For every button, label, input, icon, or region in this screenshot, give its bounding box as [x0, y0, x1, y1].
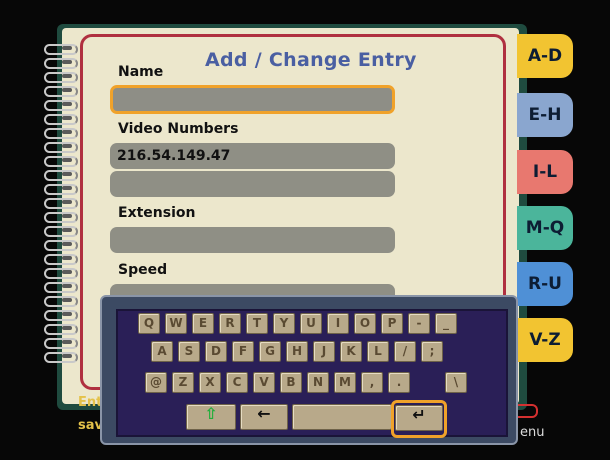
hint-enter: Ent [78, 395, 103, 410]
key-r[interactable]: R [219, 313, 241, 334]
key-period[interactable]: . [388, 372, 410, 393]
tab-r-u[interactable]: R-U [517, 262, 573, 306]
tab-m-q[interactable]: M-Q [517, 206, 573, 250]
spiral-ring [44, 184, 80, 195]
key-u[interactable]: U [300, 313, 322, 334]
spiral-ring [44, 296, 80, 307]
key-backslash[interactable]: \ [445, 372, 467, 393]
spiral-ring [44, 240, 80, 251]
name-field[interactable] [110, 85, 395, 114]
key-d[interactable]: D [205, 341, 227, 362]
key-x[interactable]: X [199, 372, 221, 393]
hint-menu: enu [520, 425, 545, 440]
spiral-ring [44, 114, 80, 125]
key-h[interactable]: H [286, 341, 308, 362]
tab-v-z[interactable]: V-Z [517, 318, 573, 362]
extension-field[interactable] [110, 227, 395, 253]
spiral-ring [44, 268, 80, 279]
key-t[interactable]: T [246, 313, 268, 334]
spiral-ring [44, 100, 80, 111]
spiral-binding [44, 44, 84, 364]
spiral-ring [44, 198, 80, 209]
tab-i-l[interactable]: I-L [517, 150, 573, 194]
tab-a-d[interactable]: A-D [517, 34, 573, 78]
key-f[interactable]: F [232, 341, 254, 362]
spiral-ring [44, 352, 80, 363]
video-number-2-field[interactable] [110, 171, 395, 197]
spiral-ring [44, 128, 80, 139]
extension-label: Extension [118, 205, 196, 221]
key-i[interactable]: I [327, 313, 349, 334]
key-e[interactable]: E [192, 313, 214, 334]
enter-key[interactable]: ↵ [395, 405, 443, 431]
screen: Add / Change Entry Name Video Numbers 21… [0, 0, 610, 460]
key-s[interactable]: S [178, 341, 200, 362]
video-numbers-label: Video Numbers [118, 121, 239, 137]
spiral-ring [44, 44, 80, 55]
key-m[interactable]: M [334, 372, 356, 393]
key-q[interactable]: Q [138, 313, 160, 334]
key-v[interactable]: V [253, 372, 275, 393]
key-c[interactable]: C [226, 372, 248, 393]
key-a[interactable]: A [151, 341, 173, 362]
spiral-ring [44, 338, 80, 349]
name-label: Name [118, 64, 164, 80]
key-at[interactable]: @ [145, 372, 167, 393]
key-w[interactable]: W [165, 313, 187, 334]
spiral-ring [44, 282, 80, 293]
spiral-ring [44, 142, 80, 153]
key-semicolon[interactable]: ; [421, 341, 443, 362]
key-y[interactable]: Y [273, 313, 295, 334]
spiral-ring [44, 254, 80, 265]
page-title: Add / Change Entry [205, 49, 417, 71]
red-button-icon [518, 404, 538, 418]
key-comma[interactable]: , [361, 372, 383, 393]
key-underscore[interactable]: _ [435, 313, 457, 334]
space-key[interactable] [292, 404, 392, 430]
key-slash[interactable]: / [394, 341, 416, 362]
spiral-ring [44, 170, 80, 181]
tab-e-h[interactable]: E-H [517, 93, 573, 137]
backspace-key[interactable]: ← [240, 404, 288, 430]
key-l[interactable]: L [367, 341, 389, 362]
key-n[interactable]: N [307, 372, 329, 393]
spiral-ring [44, 58, 80, 69]
spiral-ring [44, 72, 80, 83]
key-hyphen[interactable]: - [408, 313, 430, 334]
key-o[interactable]: O [354, 313, 376, 334]
key-k[interactable]: K [340, 341, 362, 362]
video-number-1-field[interactable]: 216.54.149.47 [110, 143, 395, 169]
spiral-ring [44, 86, 80, 97]
key-g[interactable]: G [259, 341, 281, 362]
key-b[interactable]: B [280, 372, 302, 393]
key-z[interactable]: Z [172, 372, 194, 393]
speed-label: Speed [118, 262, 168, 278]
spiral-ring [44, 212, 80, 223]
spiral-ring [44, 324, 80, 335]
spiral-ring [44, 156, 80, 167]
key-j[interactable]: J [313, 341, 335, 362]
shift-key[interactable]: ⇧ [186, 404, 236, 430]
spiral-ring [44, 310, 80, 321]
key-p[interactable]: P [381, 313, 403, 334]
spiral-ring [44, 226, 80, 237]
